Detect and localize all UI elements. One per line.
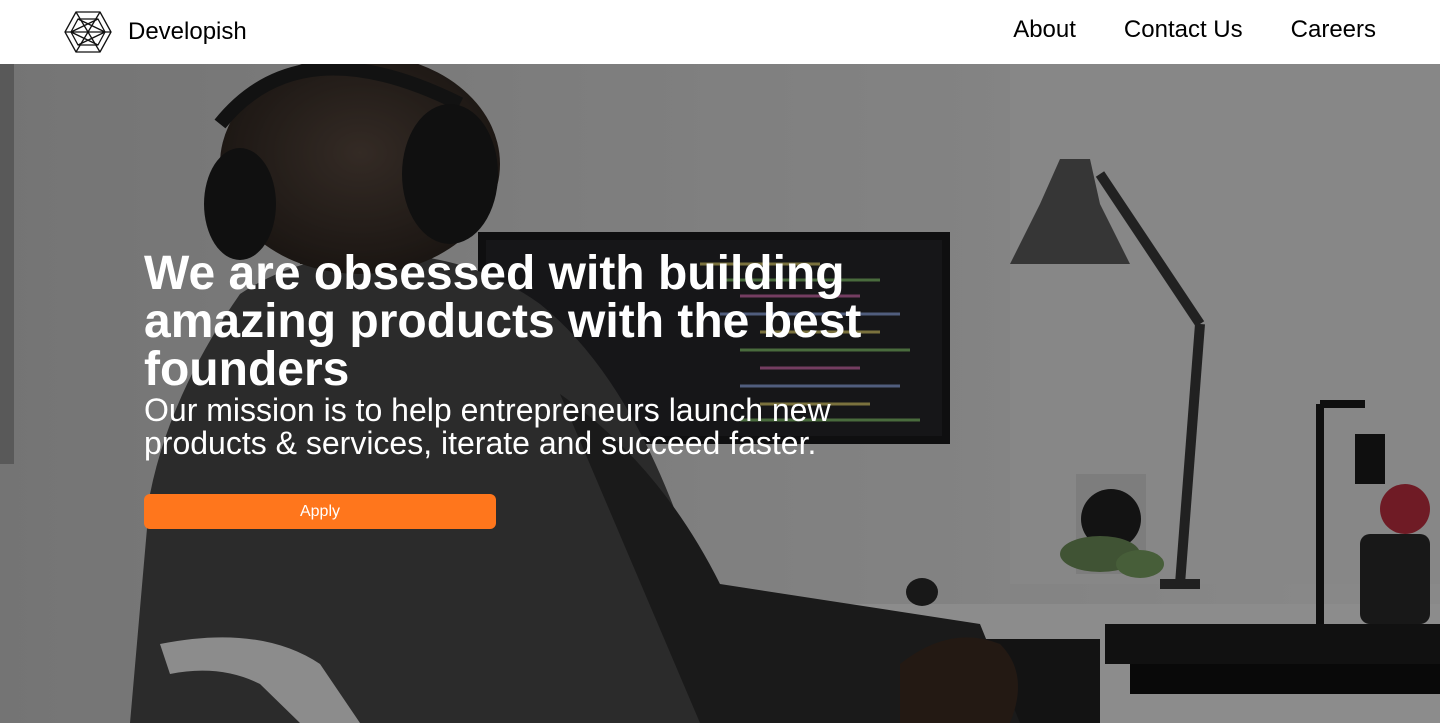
- hero-title: We are obsessed with building amazing pr…: [144, 247, 862, 396]
- nav-careers[interactable]: Careers: [1291, 16, 1376, 44]
- hero-content: We are obsessed with building amazing pr…: [144, 250, 904, 529]
- brand-home-link[interactable]: Developish: [64, 10, 247, 54]
- main-nav: About Contact Us Careers: [965, 0, 1376, 60]
- apply-button[interactable]: Apply: [144, 494, 496, 529]
- nav-about[interactable]: About: [1013, 16, 1076, 44]
- hexagon-wireframe-icon: [64, 11, 112, 53]
- nav-contact-us[interactable]: Contact Us: [1124, 16, 1243, 44]
- hero-section: We are obsessed with building amazing pr…: [0, 64, 1440, 723]
- brand-name: Developish: [128, 18, 247, 45]
- hero-subtitle: Our mission is to help entrepreneurs lau…: [144, 392, 831, 461]
- site-header: Developish About Contact Us Careers: [0, 0, 1440, 64]
